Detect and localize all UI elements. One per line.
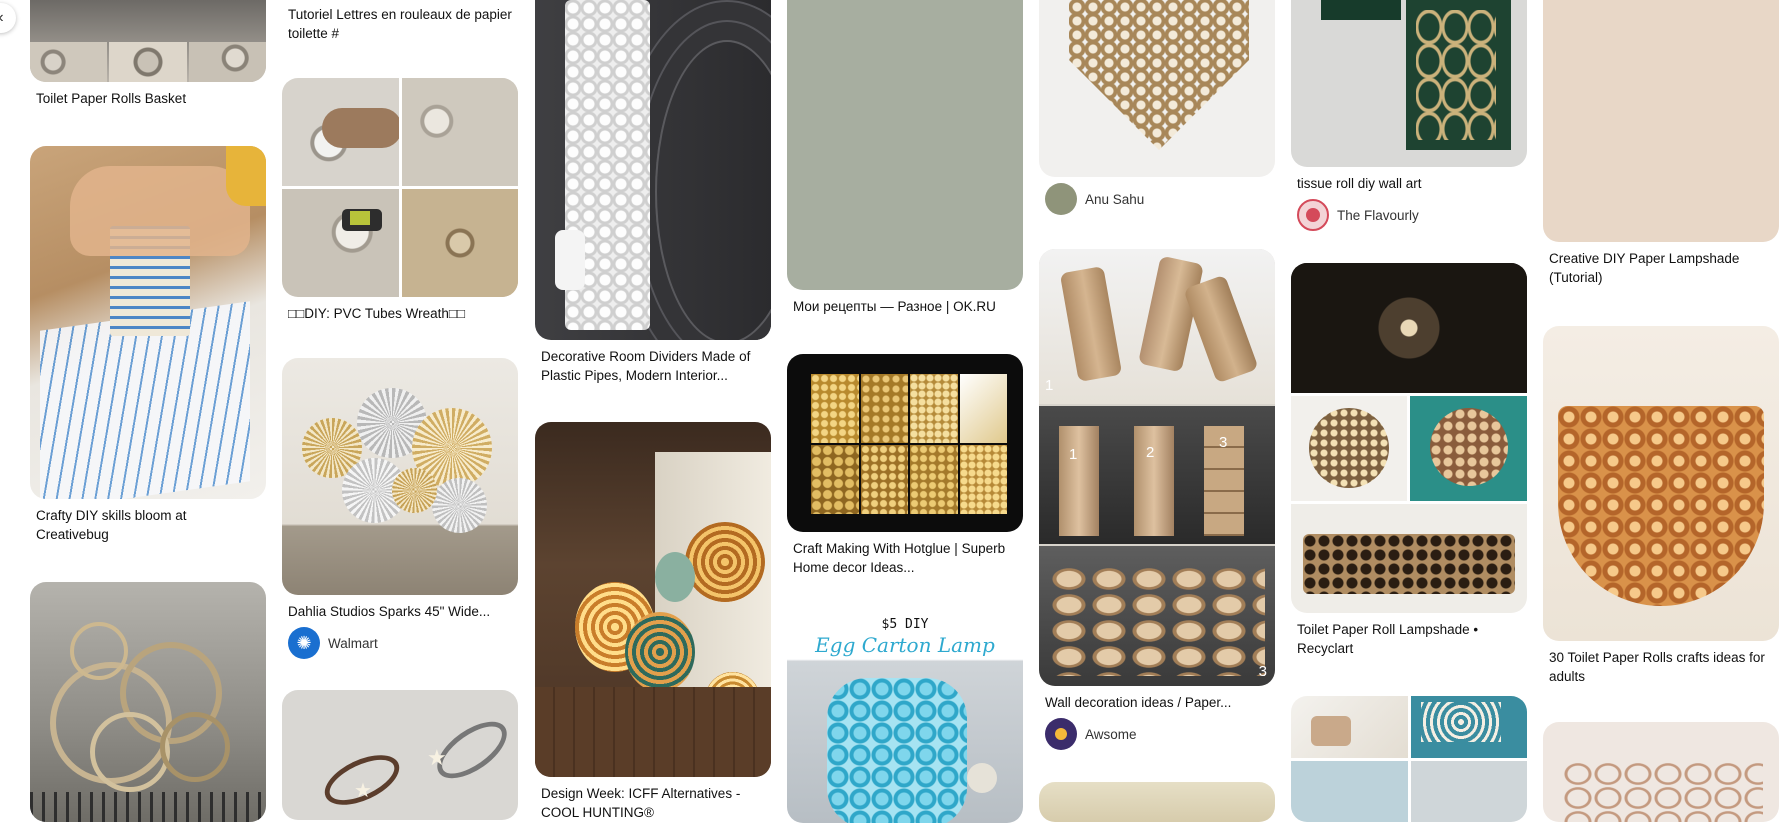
pin-image[interactable]: $5 DIY Egg Carton Lamp (787, 613, 1023, 823)
pin-tissue-roll-wall-art[interactable]: tissue roll diy wall art The Flavourly (1291, 0, 1527, 231)
pin-pvc-tubes-wreath[interactable]: □□DIY: PVC Tubes Wreath□□ (282, 78, 518, 323)
pin-paper-lampshade[interactable]: Creative DIY Paper Lampshade (Tutorial) (1543, 0, 1779, 287)
creator-name[interactable]: Walmart (328, 636, 378, 651)
pin-creator[interactable]: ✺ Walmart (282, 621, 518, 659)
pin-image[interactable] (535, 0, 771, 340)
pin-image[interactable] (1543, 0, 1779, 242)
pin-title[interactable]: □□DIY: PVC Tubes Wreath□□ (282, 297, 518, 323)
overlay-price: $5 DIY (881, 617, 929, 632)
pin-toilet-paper-rolls-basket[interactable]: Toilet Paper Rolls Basket (30, 0, 266, 108)
overlay-title: Egg Carton Lamp (815, 633, 995, 657)
pin-col5-bottom[interactable] (1039, 782, 1275, 822)
pin-moi-recepty[interactable]: Мои рецепты — Разное | OK.RU (787, 0, 1023, 316)
pin-title[interactable]: Decorative Room Dividers Made of Plastic… (535, 340, 771, 385)
pin-image[interactable] (30, 582, 266, 822)
pin-image[interactable] (282, 358, 518, 595)
pin-image[interactable] (282, 78, 518, 297)
pin-image[interactable] (1291, 263, 1527, 613)
pin-image[interactable] (30, 0, 266, 82)
pin-image[interactable] (1543, 722, 1779, 822)
pin-rings-sculpture[interactable] (30, 582, 266, 822)
creator-name[interactable]: Awsome (1085, 727, 1137, 742)
pin-creator[interactable]: Anu Sahu (1039, 177, 1275, 215)
pin-tutoriel-lettres[interactable]: Tutoriel Lettres en rouleaux de papier t… (282, 0, 518, 43)
pin-title[interactable]: Crafty DIY skills bloom at Creativebug (30, 499, 266, 544)
pin-title[interactable]: Tutoriel Lettres en rouleaux de papier t… (282, 0, 518, 43)
pin-egg-carton-lamp[interactable]: $5 DIY Egg Carton Lamp (787, 613, 1023, 823)
walmart-logo-icon: ✺ (288, 627, 320, 659)
pin-creator[interactable]: Awsome (1039, 712, 1275, 750)
overlay-number: 3 (1219, 434, 1228, 451)
pin-image[interactable] (535, 422, 771, 777)
pin-title[interactable]: Creative DIY Paper Lampshade (Tutorial) (1543, 242, 1779, 287)
pin-room-dividers[interactable]: Decorative Room Dividers Made of Plastic… (535, 0, 771, 385)
pin-image[interactable]: 1 1 2 3 3 (1039, 249, 1275, 686)
pin-paper-flowers[interactable]: ★ ★ (282, 690, 518, 820)
pin-creator[interactable]: The Flavourly (1291, 193, 1527, 231)
pin-icff-alternatives[interactable]: Design Week: ICFF Alternatives - COOL HU… (535, 422, 771, 822)
pin-image[interactable] (1291, 696, 1527, 822)
overlay-number: 2 (1146, 444, 1155, 461)
avatar (1045, 183, 1077, 215)
avatar (1045, 718, 1077, 750)
pin-title[interactable]: 30 Toilet Paper Rolls crafts ideas for a… (1543, 641, 1779, 686)
pin-title[interactable]: Craft Making With Hotglue | Superb Home … (787, 532, 1023, 577)
pin-crafty-diy[interactable]: Crafty DIY skills bloom at Creativebug (30, 146, 266, 544)
overlay-number: 1 (1069, 446, 1078, 463)
pin-title[interactable]: Dahlia Studios Sparks 45" Wide... (282, 595, 518, 621)
pin-title[interactable]: Wall decoration ideas / Paper... (1039, 686, 1275, 712)
pin-col7-bottom[interactable] (1543, 722, 1779, 822)
pin-title[interactable]: Toilet Paper Roll Lampshade • Recyclart (1291, 613, 1527, 658)
pin-lampshade-recyclart[interactable]: Toilet Paper Roll Lampshade • Recyclart (1291, 263, 1527, 658)
pin-image[interactable] (1039, 0, 1275, 177)
pin-title[interactable]: Design Week: ICFF Alternatives - COOL HU… (535, 777, 771, 822)
pin-image[interactable] (30, 146, 266, 499)
pin-title[interactable]: Toilet Paper Rolls Basket (30, 82, 266, 108)
pin-col6-bottom[interactable] (1291, 696, 1527, 822)
creator-name[interactable]: Anu Sahu (1085, 192, 1144, 207)
pin-image[interactable]: ★ ★ (282, 690, 518, 820)
pin-wall-decoration-paper[interactable]: 1 1 2 3 3 Wall decoration ideas / Paper.… (1039, 249, 1275, 750)
chevron-left-icon[interactable]: ‹ (0, 3, 16, 33)
pin-title[interactable]: Мои рецепты — Разное | OK.RU (787, 290, 1023, 316)
pin-image[interactable] (787, 0, 1023, 290)
pin-image[interactable] (787, 354, 1023, 532)
pin-30-toilet-paper-rolls[interactable]: 30 Toilet Paper Rolls crafts ideas for a… (1543, 326, 1779, 686)
pin-heart-rolls[interactable]: Anu Sahu (1039, 0, 1275, 215)
pin-image[interactable] (1039, 782, 1275, 822)
creator-name[interactable]: The Flavourly (1337, 208, 1419, 223)
pin-dahlia-studios[interactable]: Dahlia Studios Sparks 45" Wide... ✺ Walm… (282, 358, 518, 659)
pin-image[interactable] (1543, 326, 1779, 641)
pin-image[interactable] (1291, 0, 1527, 167)
pin-title[interactable]: tissue roll diy wall art (1291, 167, 1527, 193)
flavourly-logo-icon (1297, 199, 1329, 231)
overlay-number: 1 (1045, 377, 1054, 394)
overlay-number: 3 (1258, 663, 1267, 680)
pin-craft-making-hotglue[interactable]: Craft Making With Hotglue | Superb Home … (787, 354, 1023, 577)
